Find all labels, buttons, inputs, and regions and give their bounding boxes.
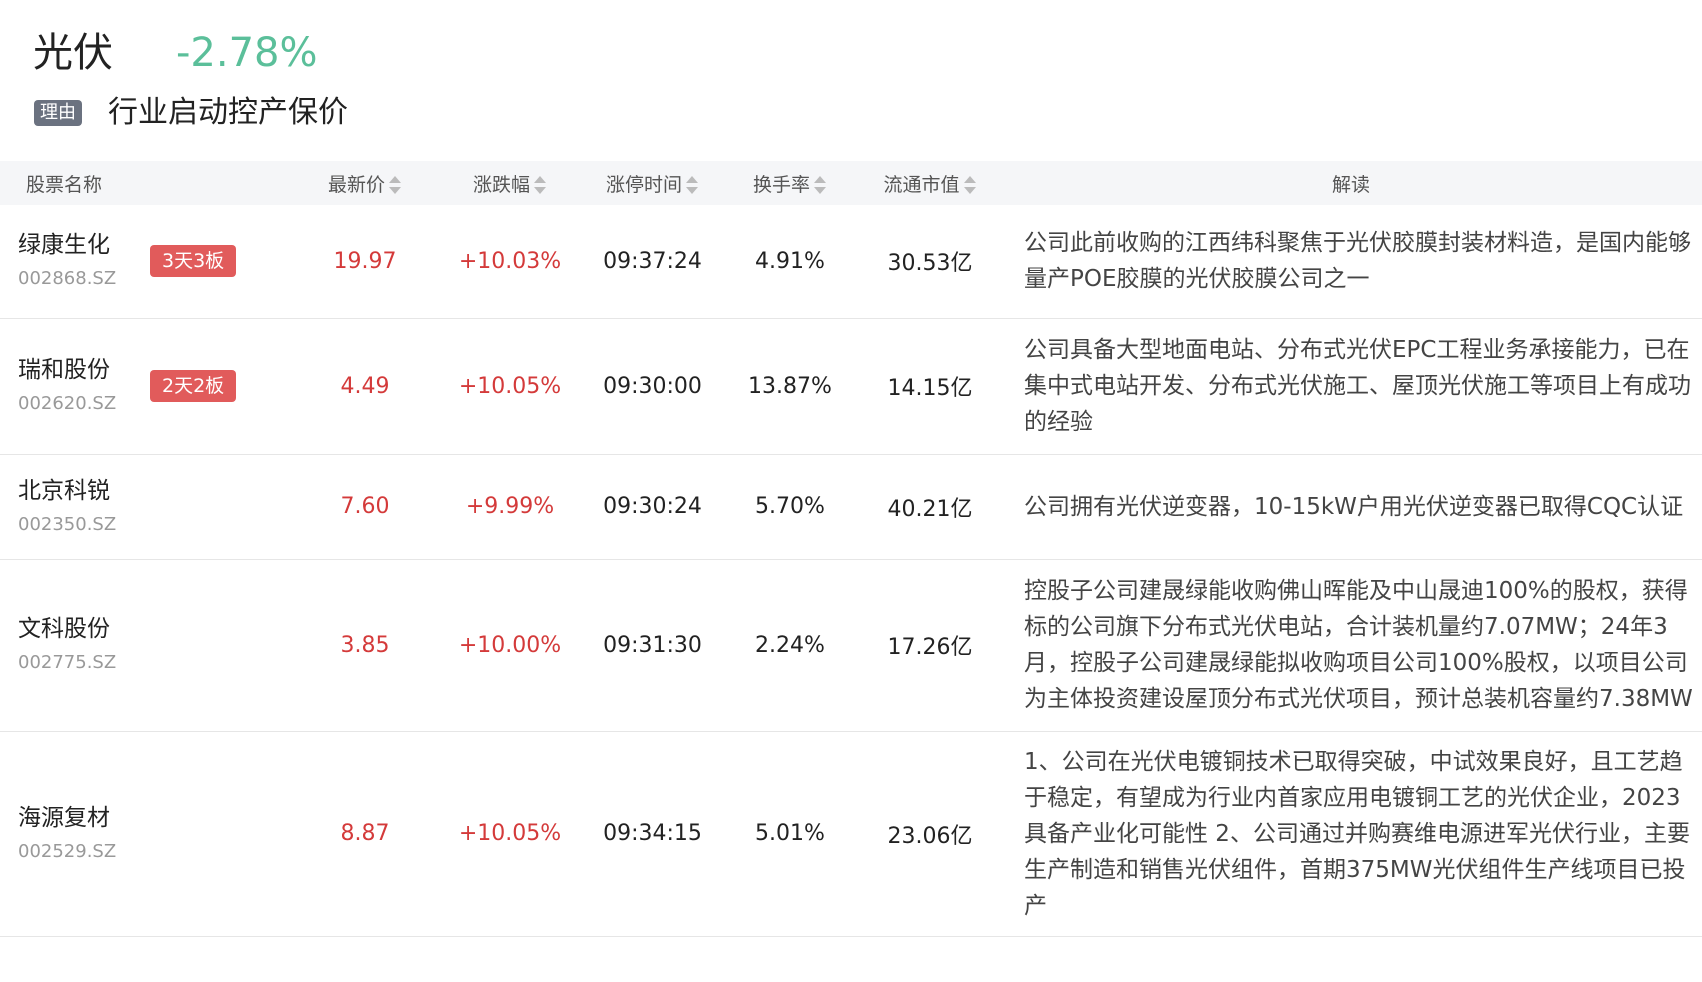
stock-name[interactable]: 海源复材 [18, 803, 150, 833]
sort-icon[interactable] [388, 174, 402, 196]
change-percent: +10.05% [458, 373, 562, 399]
sort-icon[interactable] [813, 174, 827, 196]
col-price[interactable]: 最新价 [295, 161, 435, 205]
col-turnover[interactable]: 换手率 [720, 161, 860, 205]
stock-name[interactable]: 瑞和股份 [18, 355, 150, 385]
float-market-cap: 30.53亿 [887, 251, 973, 277]
table-row[interactable]: 绿康生化 002868.SZ 3天3板 19.97 +10.03% 09:37:2… [0, 205, 1702, 318]
table-header: 股票名称 最新价 涨跌幅 涨停时间 换手率 流通市值 解读 [0, 161, 1702, 205]
sector-header: 光伏 -2.78% 理由 行业启动控产保价 [0, 0, 1702, 161]
analysis-text: 控股子公司建晟绿能收购佛山晖能及中山晟迪100%的股权，获得标的公司旗下分布式光… [1024, 578, 1693, 712]
col-stock-name: 股票名称 [26, 173, 103, 196]
stock-code: 002350.SZ [18, 513, 117, 535]
turnover-rate: 5.70% [755, 494, 825, 519]
stock-name[interactable]: 绿康生化 [18, 230, 150, 260]
analysis-text: 1、公司在光伏电镀铜技术已取得突破，中试效果良好，且工艺趋于稳定，有望成为行业内… [1024, 748, 1690, 919]
latest-price: 3.85 [340, 632, 390, 658]
col-market-cap[interactable]: 流通市值 [860, 161, 1000, 205]
turnover-rate: 5.01% [755, 821, 825, 846]
float-market-cap: 17.26亿 [887, 635, 973, 660]
sector-name: 光伏 [33, 30, 113, 76]
col-change[interactable]: 涨跌幅 [435, 161, 585, 205]
change-percent: +10.00% [458, 632, 562, 658]
float-market-cap: 40.21亿 [887, 496, 973, 522]
turnover-rate: 13.87% [748, 373, 832, 399]
latest-price: 19.97 [333, 248, 397, 274]
latest-price: 7.60 [340, 494, 390, 519]
reason-tag: 理由 [34, 100, 82, 126]
limit-up-time: 09:30:00 [603, 373, 702, 399]
float-market-cap: 14.15亿 [887, 376, 973, 401]
turnover-rate: 2.24% [755, 632, 825, 658]
stock-code: 002775.SZ [18, 652, 117, 673]
stock-table: 股票名称 最新价 涨跌幅 涨停时间 换手率 流通市值 解读 绿康生化 002868… [0, 161, 1702, 937]
col-analysis: 解读 [1331, 173, 1370, 196]
table-row[interactable]: 北京科锐 002350.SZ 7.60 +9.99% 09:30:24 5.70%… [0, 454, 1702, 559]
table-row[interactable]: 文科股份 002775.SZ 3.85 +10.00% 09:31:30 2.24… [0, 559, 1702, 731]
latest-price: 4.49 [340, 373, 390, 399]
latest-price: 8.87 [340, 821, 390, 846]
stock-code: 002868.SZ [18, 268, 117, 290]
float-market-cap: 23.06亿 [887, 823, 973, 849]
analysis-text: 公司此前收购的江西纬科聚焦于光伏胶膜封装材料造，是国内能够量产POE胶膜的光伏胶… [1024, 230, 1691, 293]
limit-up-time: 09:31:30 [603, 632, 702, 658]
analysis-text: 公司拥有光伏逆变器，10-15kW户用光伏逆变器已取得CQC认证 [1024, 493, 1684, 520]
board-count-badge: 2天2板 [150, 370, 237, 402]
sort-icon[interactable] [685, 174, 699, 196]
analysis-text: 公司具备大型地面电站、分布式光伏EPC工程业务承接能力，已在集中式电站开发、分布… [1024, 337, 1691, 435]
col-limit-time[interactable]: 涨停时间 [585, 161, 720, 205]
table-row[interactable]: 海源复材 002529.SZ 8.87 +10.05% 09:34:15 5.01… [0, 731, 1702, 936]
sort-icon[interactable] [533, 174, 547, 196]
board-count-badge: 3天3板 [150, 245, 237, 278]
sort-icon[interactable] [963, 174, 977, 196]
stock-code: 002620.SZ [18, 393, 117, 414]
turnover-rate: 4.91% [755, 248, 825, 274]
table-row[interactable]: 瑞和股份 002620.SZ 2天2板 4.49 +10.05% 09:30:00… [0, 318, 1702, 454]
limit-up-time: 09:34:15 [603, 821, 702, 846]
stock-code: 002529.SZ [18, 840, 117, 862]
reason-text: 行业启动控产保价 [108, 95, 348, 130]
change-percent: +9.99% [465, 494, 555, 519]
stock-name[interactable]: 文科股份 [18, 614, 150, 644]
limit-up-time: 09:37:24 [603, 248, 702, 274]
change-percent: +10.05% [458, 821, 562, 846]
sector-change: -2.78% [176, 30, 318, 76]
stock-name[interactable]: 北京科锐 [18, 476, 150, 506]
limit-up-time: 09:30:24 [603, 494, 702, 519]
change-percent: +10.03% [458, 248, 562, 274]
